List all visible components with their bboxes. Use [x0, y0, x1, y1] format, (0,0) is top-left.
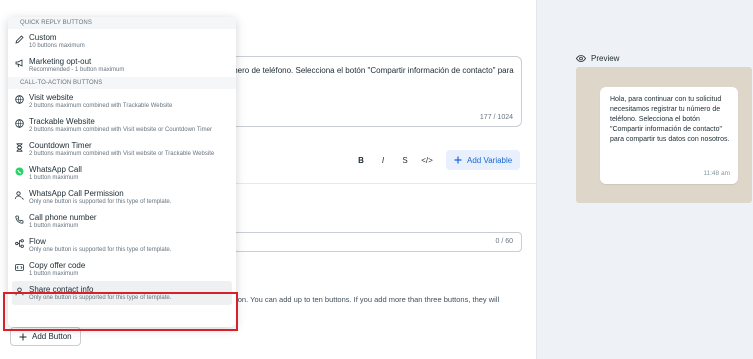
body-text: mero de teléfono. Selecciona el botón "C… [231, 66, 514, 75]
menu-item-title: Flow [29, 237, 46, 246]
menu-item-trackable-website[interactable]: Trackable Website 2 buttons maximum comb… [8, 113, 236, 137]
message-bubble: Hola, para continuar con tu solicitud ne… [600, 87, 738, 184]
menu-item-title: WhatsApp Call Permission [29, 189, 124, 198]
menu-item-sub: Only one button is supported for this ty… [29, 199, 172, 205]
flow-icon [15, 239, 24, 248]
strikethrough-button[interactable]: S [394, 156, 416, 165]
add-button-label: Add Button [32, 332, 72, 341]
menu-item-sub: Recommended - 1 button maximum [29, 67, 125, 73]
menu-item-sub: 1 button maximum [29, 271, 79, 277]
button-type-menu: QUICK REPLY BUTTONS Custom 10 buttons ma… [8, 17, 236, 327]
buttons-description: tion. You can add up to ten buttons. If … [234, 295, 500, 304]
body-textarea[interactable]: mero de teléfono. Selecciona el botón "C… [200, 56, 522, 127]
bold-button[interactable]: B [350, 156, 372, 165]
menu-item-marketing-opt-out[interactable]: Marketing opt-out Recommended - 1 button… [8, 53, 236, 77]
code-button[interactable]: </> [416, 156, 438, 165]
menu-item-title: Custom [29, 33, 57, 42]
phone-icon [15, 215, 24, 224]
menu-item-title: Countdown Timer [29, 141, 92, 150]
whatsapp-icon [15, 167, 24, 176]
code-icon [15, 263, 24, 272]
menu-item-sub: 10 buttons maximum [29, 43, 85, 49]
menu-item-flow[interactable]: Flow Only one button is supported for th… [8, 233, 236, 257]
menu-item-sub: 2 buttons maximum combined with Visit we… [29, 151, 215, 157]
preview-header: Preview [576, 54, 619, 63]
plus-icon [19, 333, 27, 340]
add-variable-button[interactable]: Add Variable [446, 150, 521, 170]
menu-item-title: Call phone number [29, 213, 97, 222]
menu-item-copy-offer-code[interactable]: Copy offer code 1 button maximum [8, 257, 236, 281]
divider [230, 183, 536, 184]
add-variable-label: Add Variable [467, 155, 513, 165]
user-phone-icon [15, 191, 24, 200]
preview-label: Preview [591, 54, 620, 63]
body-char-counter: 177 / 1024 [479, 114, 513, 121]
menu-item-title: Trackable Website [29, 117, 95, 126]
menu-item-title: Copy offer code [29, 261, 86, 270]
menu-item-sub: 1 button maximum [29, 175, 79, 181]
hourglass-icon [15, 143, 24, 152]
footer-input[interactable]: 0 / 60 [200, 232, 522, 252]
format-toolbar: B I S </> Add Variable [350, 150, 521, 170]
cta-header: CALL-TO-ACTION BUTTONS [8, 77, 236, 89]
message-time: 11:48 am [703, 170, 730, 177]
menu-item-countdown-timer[interactable]: Countdown Timer 2 buttons maximum combin… [8, 137, 236, 161]
menu-item-sub: Only one button is supported for this ty… [29, 247, 172, 253]
message-text: Hola, para continuar con tu solicitud ne… [610, 96, 730, 143]
menu-item-sub: 1 button maximum [29, 223, 79, 229]
menu-item-visit-website[interactable]: Visit website 2 buttons maximum combined… [8, 89, 236, 113]
menu-item-call-phone-number[interactable]: Call phone number 1 button maximum [8, 209, 236, 233]
menu-item-title: WhatsApp Call [29, 165, 82, 174]
chat-preview: Hola, para continuar con tu solicitud ne… [576, 67, 752, 203]
menu-item-custom[interactable]: Custom 10 buttons maximum [8, 29, 236, 53]
footer-char-counter: 0 / 60 [495, 238, 513, 245]
globe-icon [15, 95, 24, 104]
menu-item-title: Visit website [29, 93, 74, 102]
menu-item-whatsapp-call[interactable]: WhatsApp Call 1 button maximum [8, 161, 236, 185]
menu-item-title: Marketing opt-out [29, 57, 92, 66]
italic-button[interactable]: I [372, 156, 394, 165]
menu-item-whatsapp-call-permission[interactable]: WhatsApp Call Permission Only one button… [8, 185, 236, 209]
eye-icon [576, 55, 586, 62]
plus-icon [454, 156, 462, 164]
menu-item-sub: 2 buttons maximum combined with Trackabl… [29, 103, 173, 109]
globe-icon [15, 119, 24, 128]
menu-item-sub: 2 buttons maximum combined with Visit we… [29, 127, 212, 133]
pencil-icon [15, 35, 24, 44]
megaphone-icon [15, 59, 24, 68]
highlight-box [3, 292, 238, 331]
quick-reply-header: QUICK REPLY BUTTONS [8, 17, 236, 29]
